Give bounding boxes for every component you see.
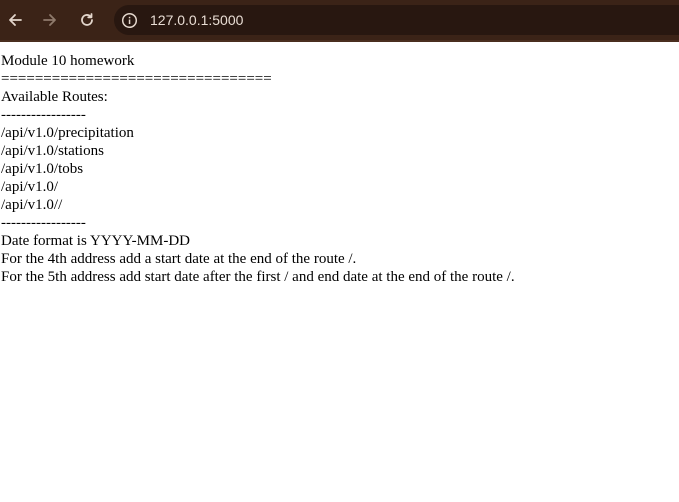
address-bar[interactable]: 127.0.0.1:5000 (114, 5, 679, 35)
route-item: /api/v1.0/tobs (1, 161, 84, 177)
note-start-date: For the 4th address add a start date at … (1, 251, 357, 267)
back-button[interactable] (4, 9, 26, 31)
reload-button[interactable] (76, 9, 98, 31)
info-icon[interactable] (121, 12, 138, 29)
forward-button[interactable] (39, 9, 61, 31)
note-date-format: Date format is YYYY-MM-DD (1, 233, 190, 249)
arrow-right-icon (42, 12, 58, 28)
title-separator: ================================ (1, 71, 272, 87)
route-item: /api/v1.0// (1, 197, 63, 213)
divider-bottom: ----------------- (1, 215, 86, 231)
route-item: /api/v1.0/stations (1, 143, 104, 159)
reload-icon (79, 12, 95, 28)
arrow-left-icon (7, 12, 23, 28)
divider-top: ----------------- (1, 107, 86, 123)
route-item: /api/v1.0/ (1, 179, 59, 195)
note-start-end-date: For the 5th address add start date after… (1, 269, 515, 285)
browser-toolbar: 127.0.0.1:5000 (0, 0, 679, 42)
routes-header: Available Routes: (1, 89, 108, 105)
page-title: Module 10 homework (1, 53, 135, 69)
url-text[interactable]: 127.0.0.1:5000 (150, 12, 243, 28)
route-item: /api/v1.0/precipitation (1, 125, 134, 141)
page-content: Module 10 homework =====================… (0, 42, 679, 286)
